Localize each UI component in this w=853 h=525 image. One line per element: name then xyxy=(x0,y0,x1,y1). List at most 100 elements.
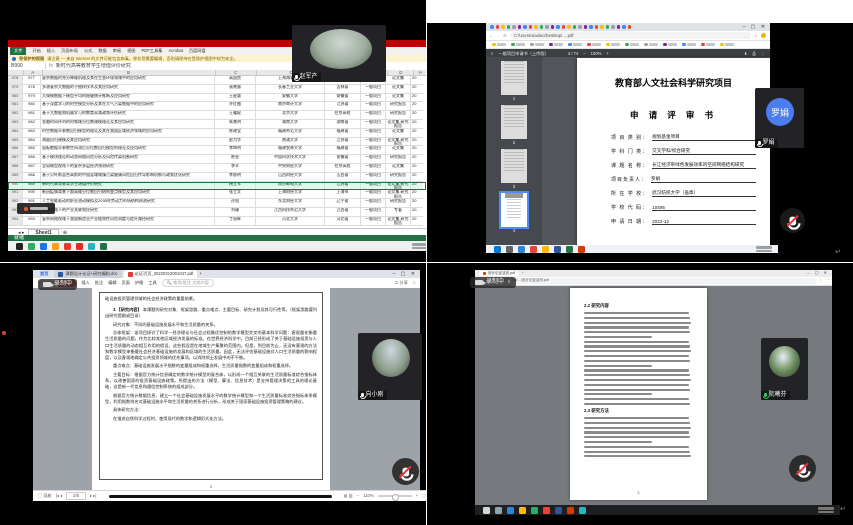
cell-year[interactable]: 20 xyxy=(411,146,423,155)
bookmark-item[interactable] xyxy=(606,43,620,47)
browser-tab[interactable] xyxy=(606,25,610,29)
cell-title[interactable]: 新冠疫情背景下超高维分位数回归结构变点模型及其应用研究 xyxy=(41,190,215,199)
table-row[interactable]: 981980基于深度学习的时空模型分析及其在大气污染数据中的应用研究许红霞南京审… xyxy=(8,102,426,111)
formula-input[interactable]: 新时代高等教育学生增值评价研究 xyxy=(56,63,131,69)
window-controls[interactable]: – ▢ ✕ xyxy=(393,271,417,277)
doc-tab[interactable]: 课题设计论证+研究编制.doc xyxy=(54,270,121,277)
cell-region[interactable]: 山西省 xyxy=(325,173,361,182)
cell-university[interactable]: 南京审计大学 xyxy=(256,102,325,111)
share-button[interactable]: ⎋ 分享 xyxy=(395,280,408,285)
browser-tab[interactable] xyxy=(584,25,588,29)
meeting-app-icon[interactable] xyxy=(88,243,95,250)
cell-year[interactable]: 20 xyxy=(411,111,423,120)
menu-item-4[interactable]: 护眼 xyxy=(135,280,143,285)
table-row[interactable]: 988987全局模型视角下的复杂多层经济预测研究李丰中央财经大学在京高校一般项目… xyxy=(8,164,426,173)
cell-region[interactable]: 江苏省 xyxy=(325,102,361,111)
cell-region[interactable]: 上海市 xyxy=(325,190,361,199)
browser-icon[interactable] xyxy=(40,243,47,250)
print-icon[interactable]: ⎙ xyxy=(752,51,755,56)
folder-icon[interactable] xyxy=(542,246,549,253)
cell-type[interactable]: 一般项目 xyxy=(361,164,386,173)
cell-form[interactable]: 论文集 xyxy=(386,85,411,94)
folder-icon[interactable] xyxy=(52,243,59,250)
cell-title[interactable]: 海量回归建模及其应用研究 xyxy=(41,138,215,147)
folder-icon[interactable] xyxy=(519,507,526,514)
cell-name[interactable]: 杨立军 xyxy=(215,182,256,191)
home-tab[interactable]: 首页 xyxy=(36,270,52,277)
meeting-app-icon[interactable] xyxy=(579,507,586,514)
cell-university[interactable]: 山西财经大学 xyxy=(256,173,325,182)
name-box[interactable]: B990 xyxy=(8,63,46,69)
table-row[interactable]: 983982金融时间序列的时频域分位数建模理论及其应用研究朱慧明湖南大学湖南省一… xyxy=(8,120,426,129)
cell-year[interactable]: 20 xyxy=(411,182,423,191)
browser-tab[interactable] xyxy=(622,25,626,29)
cell-name[interactable]: 陈建宝 xyxy=(215,129,256,138)
ribbon-tab-5[interactable]: 数据 xyxy=(98,48,106,53)
cell-year[interactable]: 20 xyxy=(411,164,423,173)
cell-seq[interactable]: 986 xyxy=(23,155,41,164)
ribbon-tab-4[interactable]: 公式 xyxy=(84,48,92,53)
cell-seq[interactable]: 981 xyxy=(23,111,41,120)
bookmark-item[interactable] xyxy=(644,43,658,47)
cell-form[interactable]: 研究报告 xyxy=(386,155,411,164)
cell-year[interactable]: 20 xyxy=(411,217,423,226)
browser-icon[interactable] xyxy=(543,507,550,514)
last-page-icon[interactable]: ▸ ▸| xyxy=(90,493,96,498)
cell-university[interactable]: 长春工业大学 xyxy=(256,85,325,94)
page-thumbnail-4[interactable] xyxy=(501,193,527,227)
cell-name[interactable]: 袁晓惠 xyxy=(215,85,256,94)
ribbon-tab-1[interactable]: 开始 xyxy=(32,48,40,53)
new-tab-button[interactable]: + xyxy=(199,271,201,276)
browser-tab[interactable] xyxy=(518,25,522,29)
cell-name[interactable]: 孙旭 xyxy=(215,199,256,208)
bookmark-item[interactable] xyxy=(511,43,525,47)
browser-tab[interactable] xyxy=(600,25,604,29)
table-row[interactable]: 994993复杂网络视域下我国制造业产业链韧性风险测度与提升路径研究丁丽辉河北大… xyxy=(8,217,426,226)
cell-form[interactable]: 论文集 xyxy=(386,164,411,173)
nav-toggle[interactable]: ▢ 导航 xyxy=(38,493,52,498)
cell-region[interactable]: 江苏省 xyxy=(325,138,361,147)
participant-video-xiangxiaogang[interactable]: 向小刚 xyxy=(358,333,422,400)
cell-region[interactable]: 辽宁省 xyxy=(325,199,361,208)
browser-tab[interactable] xyxy=(556,25,560,29)
browser-tab[interactable] xyxy=(595,25,599,29)
bookmark-item[interactable] xyxy=(625,43,639,47)
cell-form[interactable]: 论文集 xyxy=(386,129,411,138)
excel-icon[interactable] xyxy=(100,243,107,250)
browser-tab[interactable] xyxy=(562,25,566,29)
cell-seq[interactable]: 985 xyxy=(23,146,41,155)
forward-icon[interactable]: → xyxy=(496,33,500,38)
cell-region[interactable]: 江西省 xyxy=(325,208,361,217)
table-row[interactable]: 982981基于大数据和机器学习的教育双减政策评估研究王耀琨北京大学在京高校一般… xyxy=(8,111,426,120)
cell-year[interactable]: 20 xyxy=(411,155,423,164)
cell-name[interactable]: 高国良 xyxy=(215,76,256,85)
menu-item-2[interactable]: 编辑 xyxy=(108,280,116,285)
cell-region[interactable]: 安徽省 xyxy=(325,94,361,103)
cell-title[interactable]: 全局模型视角下的复杂多层经济预测研究 xyxy=(41,164,215,173)
cell-name[interactable]: 张立文 xyxy=(215,190,256,199)
cell-seq[interactable]: 980 xyxy=(23,102,41,111)
table-row[interactable]: 993992网络视角下的产业关联效应研究刘珊江西科技师范大学江西省一般项目专著2… xyxy=(8,208,426,217)
cell-year[interactable]: 20 xyxy=(411,129,423,138)
cell-year[interactable]: 20 xyxy=(411,199,423,208)
cell-type[interactable]: 一般项目 xyxy=(361,85,386,94)
menu-icon[interactable]: ≡ xyxy=(491,51,493,56)
table-row[interactable]: 986985面板数据半参数空间滞后分位数回归模型的理论及应用研究李坤明福建农林大… xyxy=(8,146,426,155)
cell-type[interactable]: 一般项目 xyxy=(361,146,386,155)
cell-form[interactable]: 研究报告 xyxy=(386,102,411,111)
cell-region[interactable]: 河北省 xyxy=(325,217,361,226)
cell-region[interactable]: 在京高校 xyxy=(325,111,361,120)
cell-year[interactable]: 20 xyxy=(411,138,423,147)
cell-name[interactable]: 李坤明 xyxy=(215,146,256,155)
cell-year[interactable]: 20 xyxy=(411,120,423,129)
cell-name[interactable]: 朱慧明 xyxy=(215,120,256,129)
cell-title[interactable]: 大规模数据下模型平均的稳健统计推断及应用研究 xyxy=(41,94,215,103)
url-field[interactable]: C:/Users/xiaolao/Desktop/….pdf xyxy=(510,32,751,39)
cell-title[interactable]: 基于贝叶斯混合高斯的中国县域城镇污染健康风险回归传导影响机制与政策优化研究 xyxy=(41,173,215,182)
cell-title[interactable]: 人工智能驱动的职业流动模拟及2035年劳动力市场结构预测研究 xyxy=(41,199,215,208)
collapse-icon[interactable]: ∨ xyxy=(413,280,416,285)
first-page-icon[interactable]: |◂ ◂ xyxy=(56,493,62,498)
cell-university[interactable]: 河北大学 xyxy=(256,217,325,226)
table-row[interactable]: 980979大规模数据下模型平均的稳健统计推断及应用研究王星惠安徽大学安徽省一般… xyxy=(8,94,426,103)
window-controls[interactable]: – ▢ ✕ xyxy=(807,271,829,275)
